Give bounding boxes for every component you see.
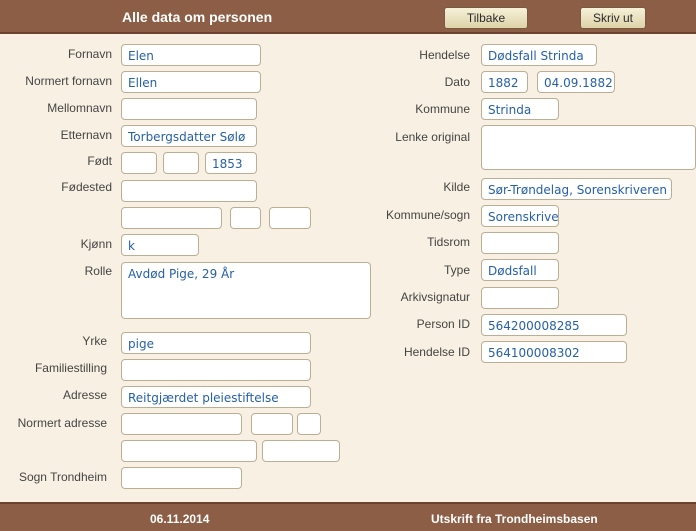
fodested-extra-field-3[interactable] [269,207,311,229]
type-label: Type [443,263,470,277]
sogn-trondheim-label: Sogn Trondheim [18,470,107,484]
kilde-label: Kilde [443,180,470,194]
header-bar: Alle data om personen Tilbake Skriv ut [0,0,696,34]
hendelse-id-field[interactable]: 564100008302 [481,341,627,363]
dato-year-field[interactable]: 1882 [481,71,528,93]
normert-adresse-field-1[interactable] [121,413,242,435]
arkivsignatur-label: Arkivsignatur [400,290,470,304]
familiestilling-field[interactable] [121,359,311,381]
back-button[interactable]: Tilbake [444,7,528,29]
familiestilling-label: Familiestilling [34,361,107,375]
dato-field[interactable]: 04.09.1882 [537,71,615,93]
fodt-year-field[interactable]: 1853 [205,152,257,174]
lenke-original-field[interactable] [481,125,696,170]
etternavn-field[interactable]: Torbergsdatter Sølø [121,125,257,147]
kommune-label: Kommune [415,102,470,116]
type-field[interactable]: Dødsfall [481,259,559,281]
hendelse-label: Hendelse [419,48,470,62]
arkivsignatur-field[interactable] [481,287,559,309]
adresse-field[interactable]: Reitgjærdet pleiestiftelse [121,386,311,408]
hendelse-id-label: Hendelse ID [403,345,470,359]
etternavn-label: Etternavn [60,128,112,142]
rolle-field[interactable]: Avdød Pige, 29 År [121,262,371,319]
kommune-field[interactable]: Strinda [481,98,559,120]
kilde-field[interactable]: Sør-Trøndelag, Sorenskriveren [481,178,672,200]
footer-source: Utskrift fra Trondheimsbasen [431,512,598,526]
normert-adresse-field-5[interactable] [262,440,340,462]
person-id-field[interactable]: 564200008285 [481,314,627,336]
fodt-month-field[interactable] [163,152,199,174]
normert-adresse-label: Normert adresse [17,416,107,430]
print-button[interactable]: Skriv ut [580,7,646,29]
footer-date: 06.11.2014 [150,512,210,526]
fornavn-field[interactable]: Elen [121,44,261,66]
fodested-label: Fødested [61,180,112,194]
yrke-field[interactable]: pige [121,332,311,354]
footer-bar: 06.11.2014 Utskrift fra Trondheimsbasen [0,502,696,531]
fodt-day-field[interactable] [121,152,157,174]
kommune-sogn-label: Kommune/sogn [385,208,470,222]
fornavn-label: Fornavn [67,47,112,61]
tidsrom-field[interactable] [481,232,559,254]
fodt-label: Født [87,154,112,168]
dato-label: Dato [444,75,470,89]
mellomnavn-label: Mellomnavn [47,101,112,115]
adresse-label: Adresse [62,388,107,402]
normert-fornavn-field[interactable]: Ellen [121,71,261,93]
page-title: Alle data om personen [122,9,273,25]
hendelse-field[interactable]: Dødsfall Strinda [481,44,597,66]
normert-adresse-field-4[interactable] [121,440,257,462]
normert-adresse-field-2[interactable] [251,413,293,435]
tidsrom-label: Tidsrom [427,235,470,249]
person-id-label: Person ID [416,317,470,331]
sogn-trondheim-field[interactable] [121,467,242,489]
kjonn-field[interactable]: k [121,234,199,256]
lenke-original-label: Lenke original [395,130,470,144]
kjonn-label: Kjønn [80,237,112,251]
yrke-label: Yrke [82,334,107,348]
fodested-extra-field-1[interactable] [121,207,222,229]
fodested-field[interactable] [121,180,257,202]
mellomnavn-field[interactable] [121,98,257,120]
fodested-extra-field-2[interactable] [230,207,261,229]
kommune-sogn-field[interactable]: Sorenskrive [481,205,559,227]
normert-fornavn-label: Normert fornavn [25,74,112,88]
normert-adresse-field-3[interactable] [297,413,321,435]
rolle-label: Rolle [84,264,112,278]
